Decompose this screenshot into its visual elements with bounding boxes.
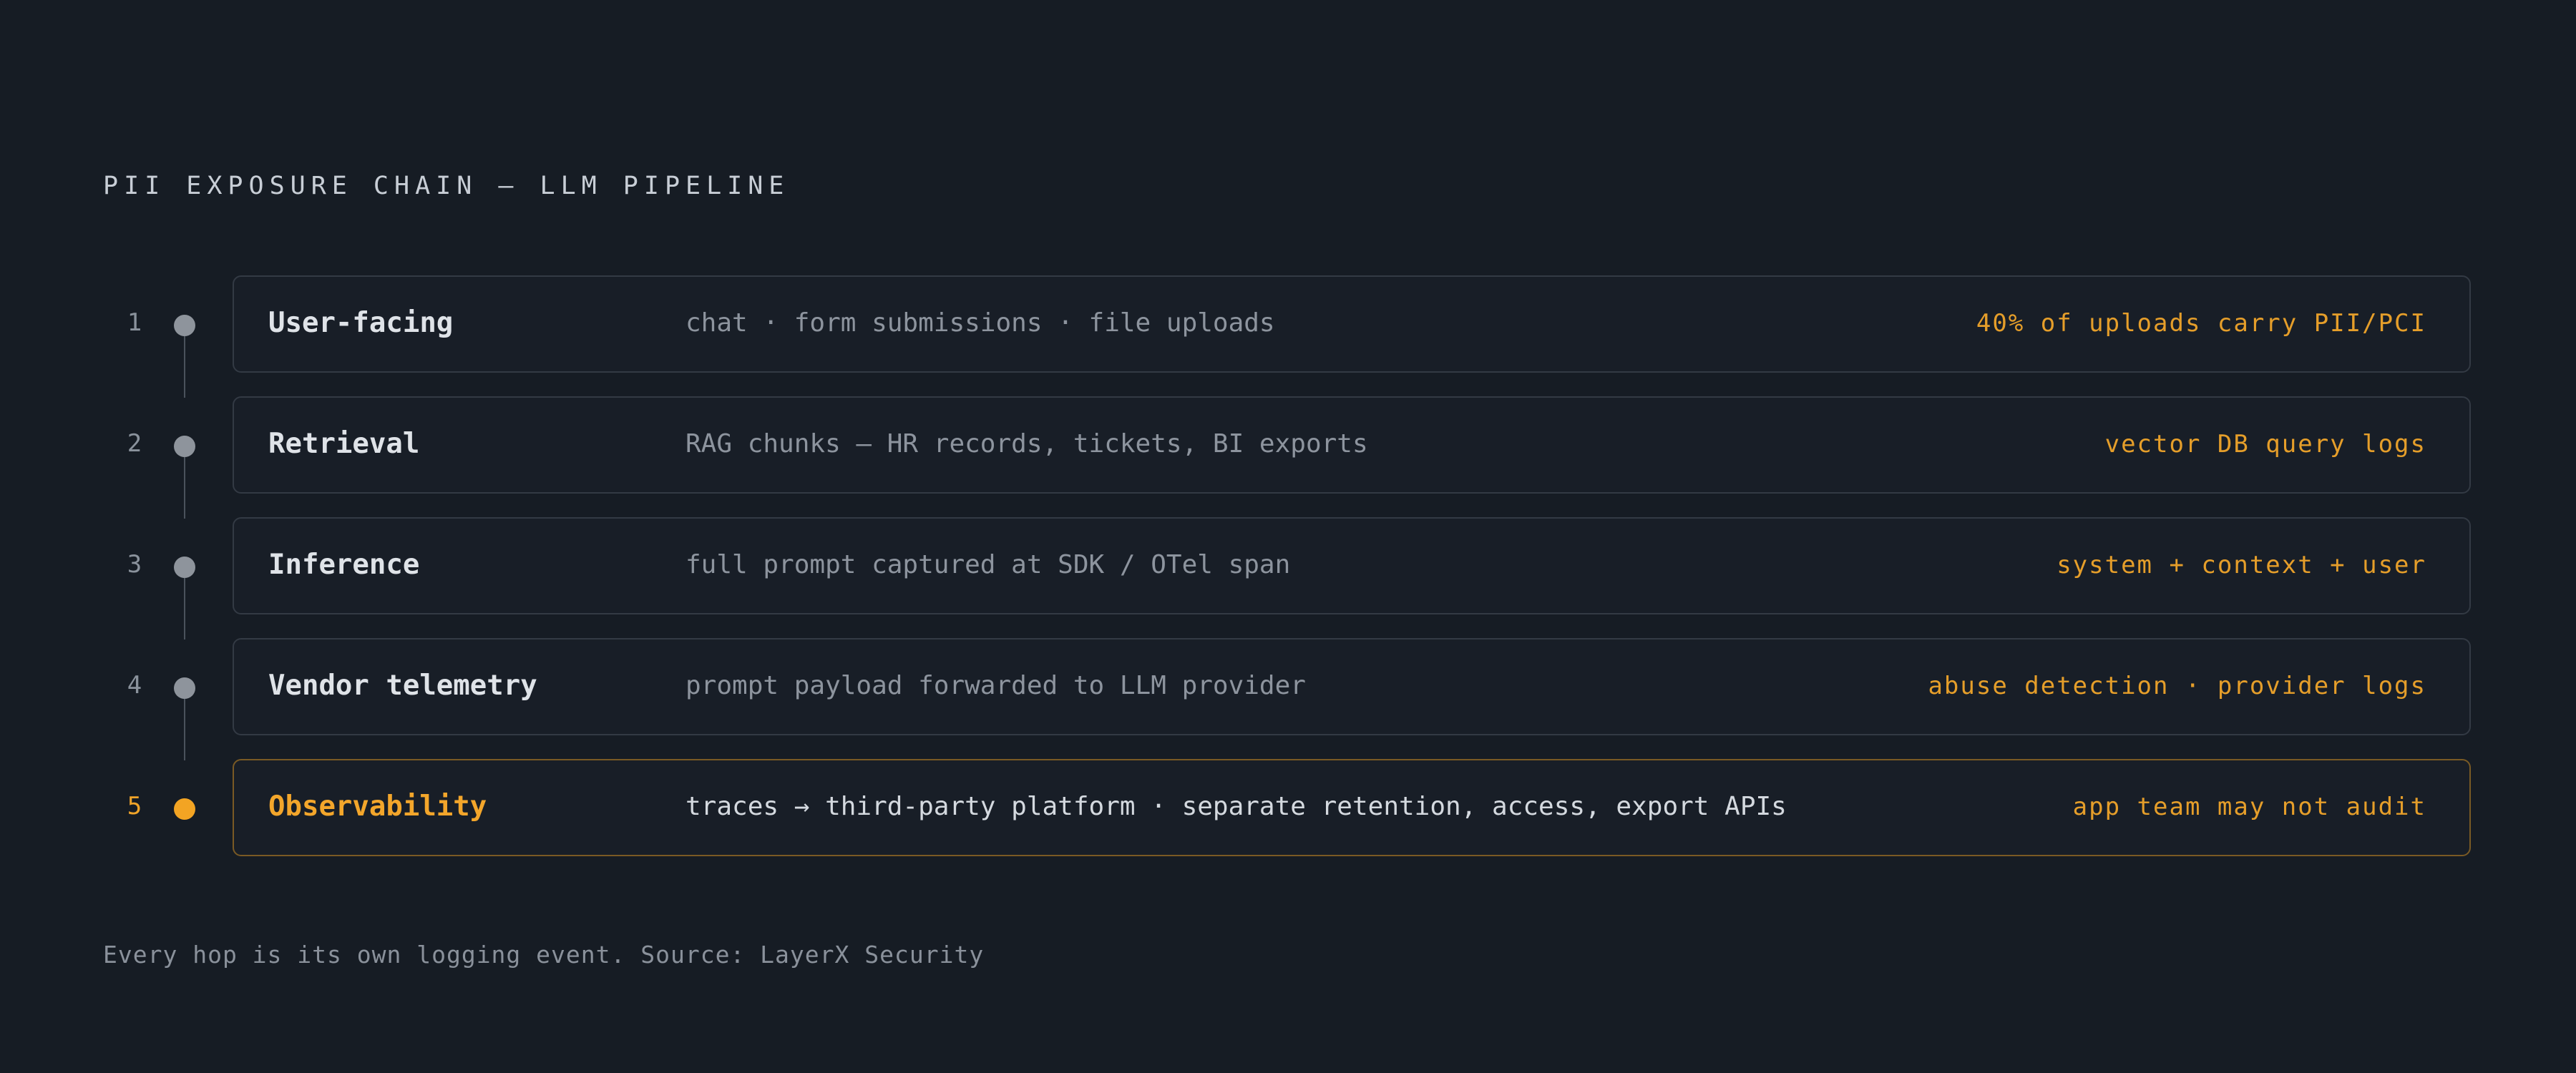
chain-step-user-facing: 1 User-facing chat · form submissions · … <box>0 275 2576 398</box>
step-node-dot <box>174 677 195 699</box>
step-description: RAG chunks — HR records, tickets, BI exp… <box>686 429 1368 459</box>
step-name: Vendor telemetry <box>268 670 537 702</box>
step-node-dot <box>174 798 195 820</box>
step-card: Retrieval RAG chunks — HR records, ticke… <box>233 396 2471 494</box>
step-tag: app team may not audit <box>2072 793 2426 821</box>
step-number: 2 <box>127 429 142 458</box>
step-description: prompt payload forwarded to LLM provider <box>686 671 1306 700</box>
step-name: Inference <box>268 549 420 581</box>
step-name: Retrieval <box>268 428 420 460</box>
step-node-dot <box>174 315 195 336</box>
chain-step-inference: 3 Inference full prompt captured at SDK … <box>0 517 2576 640</box>
step-card: Vendor telemetry prompt payload forwarde… <box>233 638 2471 735</box>
step-tag: system + context + user <box>2057 551 2426 579</box>
step-number: 1 <box>127 308 142 337</box>
step-description: traces → third-party platform · separate… <box>686 792 1787 821</box>
chain-step-vendor-telemetry: 4 Vendor telemetry prompt payload forwar… <box>0 638 2576 760</box>
step-name: User-facing <box>268 307 454 339</box>
step-connector-line <box>184 578 185 640</box>
source-footnote: Every hop is its own logging event. Sour… <box>103 941 985 969</box>
step-number: 3 <box>127 550 142 579</box>
step-connector-line <box>184 699 185 760</box>
step-tag: 40% of uploads carry PII/PCI <box>1976 309 2426 338</box>
step-connector-line <box>184 457 185 519</box>
step-number: 5 <box>127 792 142 820</box>
step-tag: vector DB query logs <box>2104 430 2426 459</box>
step-card: Inference full prompt captured at SDK / … <box>233 517 2471 614</box>
step-description: full prompt captured at SDK / OTel span <box>686 550 1291 579</box>
step-node-dot <box>174 557 195 578</box>
step-tag: abuse detection · provider logs <box>1928 672 2426 700</box>
step-name: Observability <box>268 790 487 823</box>
step-node-dot <box>174 436 195 457</box>
step-card: User-facing chat · form submissions · fi… <box>233 275 2471 373</box>
step-connector-line <box>184 336 185 398</box>
step-card: Observability traces → third-party platf… <box>233 759 2471 856</box>
diagram-title: PII EXPOSURE CHAIN — LLM PIPELINE <box>103 172 790 200</box>
chain-step-observability: 5 Observability traces → third-party pla… <box>0 759 2576 859</box>
step-number: 4 <box>127 671 142 700</box>
chain-step-retrieval: 2 Retrieval RAG chunks — HR records, tic… <box>0 396 2576 519</box>
step-description: chat · form submissions · file uploads <box>686 308 1275 338</box>
